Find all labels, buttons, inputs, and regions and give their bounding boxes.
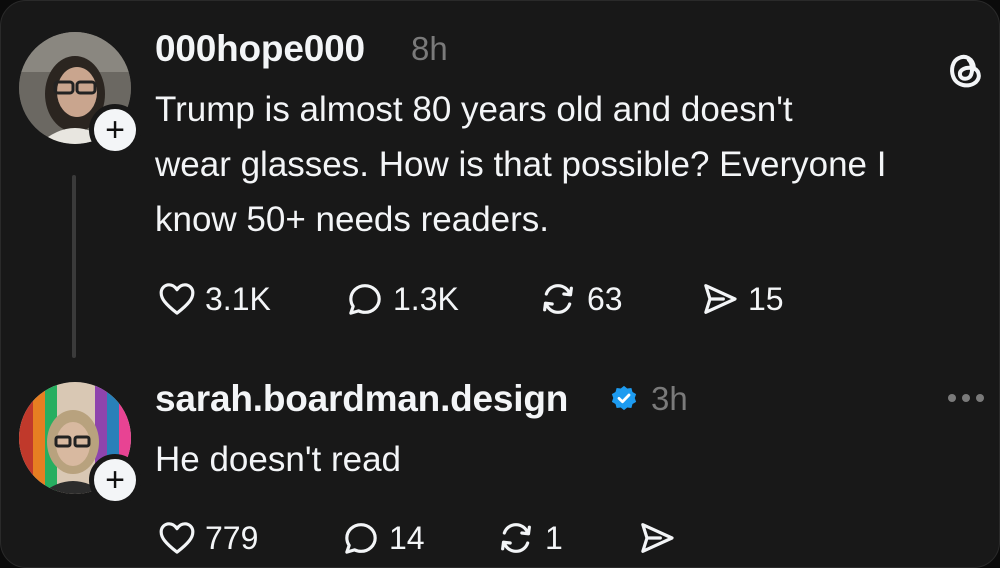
reply-reply-button[interactable]: 14 bbox=[341, 518, 425, 558]
follow-button[interactable]: + bbox=[89, 454, 141, 506]
post-repost-count: 63 bbox=[587, 280, 623, 317]
reply-share-button[interactable] bbox=[637, 518, 677, 558]
post-reply-count: 1.3K bbox=[393, 280, 459, 317]
thread-connector-line bbox=[72, 175, 76, 358]
post-like-button[interactable]: 3.1K bbox=[157, 279, 271, 319]
post-reply-button[interactable]: 1.3K bbox=[345, 279, 459, 319]
comment-icon bbox=[349, 284, 381, 315]
comment-icon bbox=[345, 523, 377, 554]
post-share-button[interactable]: 15 bbox=[700, 279, 784, 319]
post-like-count: 3.1K bbox=[205, 280, 271, 317]
repost-icon bbox=[543, 284, 573, 314]
send-icon bbox=[704, 284, 737, 314]
heart-icon bbox=[159, 283, 195, 315]
verified-badge-icon bbox=[611, 385, 637, 411]
reply-repost-count: 1 bbox=[545, 519, 563, 556]
repost-icon bbox=[501, 523, 531, 553]
reply-text: He doesn't read bbox=[155, 440, 402, 479]
post-username[interactable]: 000hope000 bbox=[155, 28, 365, 70]
reply-username[interactable]: sarah.boardman.design bbox=[155, 378, 568, 420]
post-share-count: 15 bbox=[748, 280, 784, 317]
threads-logo-icon[interactable] bbox=[945, 48, 985, 92]
reply-like-count: 779 bbox=[205, 519, 259, 556]
post-text-line-2: wear glasses. How is that possible? Ever… bbox=[155, 145, 887, 184]
reply-like-button[interactable]: 779 bbox=[157, 518, 258, 558]
reply-reply-count: 14 bbox=[389, 519, 425, 556]
post-repost-button[interactable]: 63 bbox=[537, 279, 623, 319]
more-options-icon[interactable] bbox=[946, 392, 986, 404]
reply-timestamp: 3h bbox=[651, 380, 688, 417]
post-timestamp: 8h bbox=[411, 30, 448, 67]
post-text-line-1: Trump is almost 80 years old and doesn't bbox=[155, 90, 793, 129]
heart-icon bbox=[159, 522, 195, 554]
follow-button[interactable]: + bbox=[89, 104, 141, 156]
send-icon bbox=[641, 523, 674, 553]
post-text-line-3: know 50+ needs readers. bbox=[155, 200, 550, 239]
reply-repost-button[interactable]: 1 bbox=[495, 518, 563, 558]
